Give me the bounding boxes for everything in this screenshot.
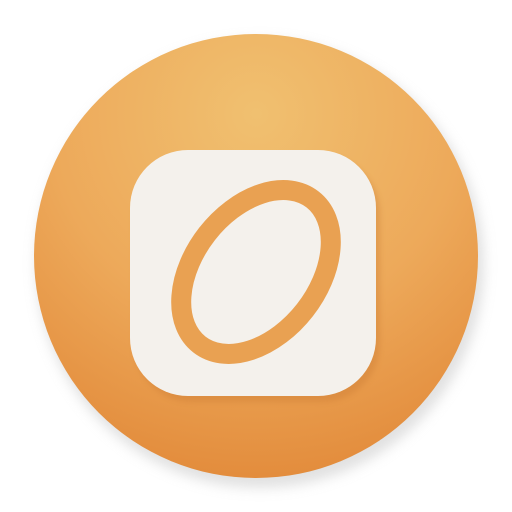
app-icon[interactable] <box>0 0 512 512</box>
app-icon-graphic <box>34 34 484 488</box>
